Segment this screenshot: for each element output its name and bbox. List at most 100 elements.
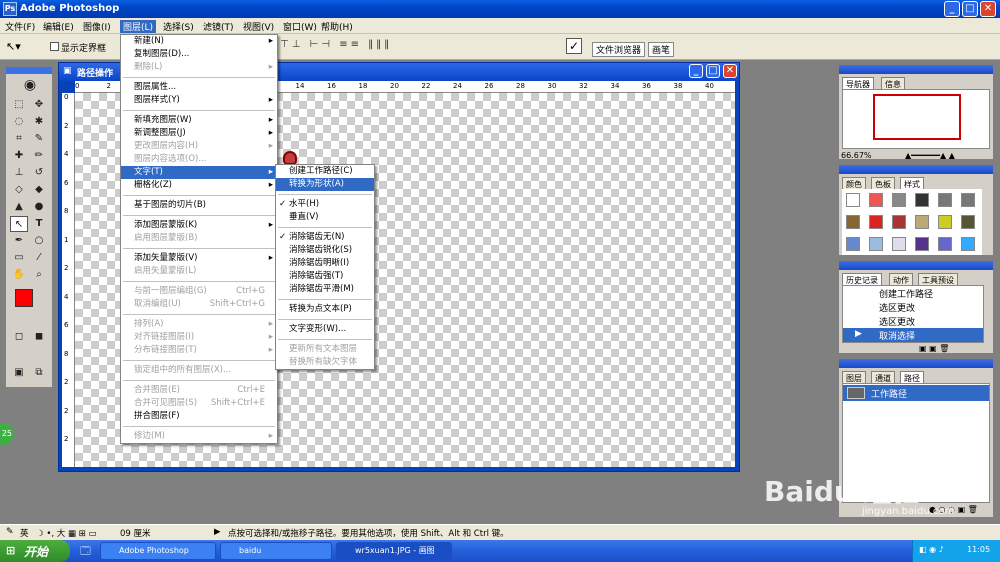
style-swatch[interactable] (938, 215, 952, 229)
style-swatch[interactable] (938, 193, 952, 207)
text_submenu-item[interactable]: 转换为点文本(P) (276, 303, 374, 316)
doc-maximize-button[interactable]: □ (706, 64, 720, 78)
style-swatch[interactable] (915, 193, 929, 207)
maximize-button[interactable]: □ (962, 1, 978, 17)
close-button[interactable]: ✕ (980, 1, 996, 17)
commit-check-icon[interactable]: ✓ (566, 38, 582, 54)
crop-tool-icon[interactable]: ⌗ (10, 131, 28, 147)
menu-image[interactable]: 图像(I) (80, 20, 114, 33)
text_submenu-item[interactable]: 文字变形(W)... (276, 323, 374, 336)
magic-wand-icon[interactable]: ✱ (30, 114, 48, 130)
taskbar-item-photoshop[interactable]: Adobe Photoshop (100, 542, 216, 560)
layer_menu-item[interactable]: 图层属性... (121, 81, 277, 94)
menu-file[interactable]: 文件(F) (2, 20, 38, 33)
style-swatch[interactable] (961, 215, 975, 229)
slice-tool-icon[interactable]: ✎ (30, 131, 48, 147)
clock[interactable]: 11:05 (967, 545, 990, 554)
align-buttons-icon[interactable]: ⊤⊥ ⊢⊣ ≡≡ ‖‖‖ (280, 39, 392, 50)
ime-mode[interactable]: 英 (20, 527, 29, 539)
floating-badge[interactable]: 25 (0, 423, 14, 445)
style-swatch[interactable] (961, 237, 975, 251)
layer_menu-item[interactable]: 新建(N) ▸ (121, 35, 277, 48)
style-swatch[interactable] (846, 193, 860, 207)
menu-view[interactable]: 视图(V) (240, 20, 277, 33)
style-swatch[interactable] (961, 193, 975, 207)
layer_menu-item[interactable]: 新调整图层(J) ▸ (121, 127, 277, 140)
quickmask-mode-icon[interactable]: ◼ (30, 329, 48, 345)
text_submenu-item[interactable]: 消除锯齿平滑(M) (276, 283, 374, 296)
brush-tool-icon[interactable]: ✏ (30, 148, 48, 164)
layer_menu-item[interactable]: 添加矢量蒙版(V) ▸ (121, 252, 277, 265)
style-swatch[interactable] (869, 193, 883, 207)
navigator-zoom[interactable]: 66.67% (841, 151, 872, 160)
text_submenu-item[interactable]: 垂直(V) (276, 211, 374, 224)
doc-close-button[interactable]: ✕ (723, 64, 737, 78)
text_submenu-item[interactable]: 消除锯齿锐化(S) (276, 244, 374, 257)
text_submenu-item[interactable]: 创建工作路径(C) (276, 165, 374, 178)
marquee-tool-icon[interactable]: ⬚ (10, 97, 28, 113)
menu-select[interactable]: 选择(S) (160, 20, 197, 33)
style-swatch[interactable] (869, 215, 883, 229)
eyedropper-tool-icon[interactable]: ⁄ (30, 250, 48, 266)
path-item-selected[interactable]: 工作路径 (843, 385, 989, 401)
blur-tool-icon[interactable]: ▲ (10, 199, 28, 215)
hand-tool-icon[interactable]: ✋ (10, 267, 28, 283)
ime-toolbar-icons[interactable]: ☽ •, 大 ▦ ⊞ ▭ (36, 527, 97, 539)
zoom-tool-icon[interactable]: ⌕ (30, 267, 48, 283)
history-footer-icons[interactable]: ▣ ▣ 🗑 (919, 344, 949, 353)
menu-filter[interactable]: 滤镜(T) (200, 20, 237, 33)
shape-tool-icon[interactable]: ○ (30, 233, 48, 249)
text_submenu-item[interactable]: 转换为形状(A) (276, 178, 374, 191)
layer_menu-item[interactable]: 拼合图层(F) (121, 410, 277, 423)
history-brush-icon[interactable]: ↺ (30, 165, 48, 181)
path-select-tool-icon[interactable]: ↖▾ (6, 40, 21, 53)
style-swatch[interactable] (869, 237, 883, 251)
layer_menu-item[interactable]: 图层样式(Y) ▸ (121, 94, 277, 107)
lasso-tool-icon[interactable]: ◌ (10, 114, 28, 130)
file-browser-tab[interactable]: 文件浏览器 (592, 42, 646, 57)
pen-tool-icon[interactable]: ✒ (10, 233, 28, 249)
path-select-tool-icon-active[interactable]: ↖ (10, 216, 28, 232)
healing-brush-icon[interactable]: ✚ (10, 148, 28, 164)
text_submenu-item[interactable]: ✓ 水平(H) (276, 198, 374, 211)
menu-edit[interactable]: 编辑(E) (40, 20, 77, 33)
screen-mode-icon[interactable]: ▣ (10, 365, 28, 381)
tray-icons[interactable]: ◧ ◉ ♪ (919, 545, 944, 554)
stamp-tool-icon[interactable]: ⊥ (10, 165, 28, 181)
style-swatch[interactable] (892, 193, 906, 207)
taskbar-item-baidu[interactable]: baidu (220, 542, 332, 560)
minimize-button[interactable]: _ (944, 1, 960, 17)
menu-help[interactable]: 帮助(H) (318, 20, 356, 33)
jump-to-imageready-icon[interactable]: ⧉ (30, 365, 48, 381)
menu-layer[interactable]: 图层(L) (120, 20, 157, 33)
layer_menu-item[interactable]: 新填充图层(W) ▸ (121, 114, 277, 127)
eraser-tool-icon[interactable]: ◇ (10, 182, 28, 198)
navigator-view-box[interactable] (873, 94, 961, 140)
layer_menu-item[interactable]: 基于图层的切片(B) (121, 199, 277, 212)
style-swatch[interactable] (892, 237, 906, 251)
history-item[interactable]: 选区更改 (843, 314, 983, 328)
style-swatch[interactable] (892, 215, 906, 229)
text_submenu-item[interactable]: 消除锯齿明晰(I) (276, 257, 374, 270)
text_submenu-item[interactable]: 消除锯齿强(T) (276, 270, 374, 283)
history-item-selected[interactable]: ▶ 取消选择 (843, 328, 983, 342)
brushes-tab[interactable]: 画笔 (648, 42, 675, 57)
paint-bucket-icon[interactable]: ◆ (30, 182, 48, 198)
style-swatch[interactable] (915, 215, 929, 229)
ime-icon[interactable]: ✎ (6, 527, 14, 537)
dodge-tool-icon[interactable]: ● (30, 199, 48, 215)
taskbar-item-paint[interactable]: wr5xuan1.JPG - 画图 (336, 542, 452, 560)
start-button[interactable]: ⊞ 开始 (0, 540, 70, 562)
style-swatch[interactable] (846, 215, 860, 229)
navigator-preview[interactable] (842, 89, 990, 149)
text_submenu-item[interactable]: ✓ 消除锯齿无(N) (276, 231, 374, 244)
style-swatch[interactable] (846, 237, 860, 251)
history-item[interactable]: 选区更改 (843, 300, 983, 314)
style-swatch[interactable] (915, 237, 929, 251)
foreground-color-swatch[interactable] (15, 289, 33, 307)
layer_menu-item[interactable]: 栅格化(Z) ▸ (121, 179, 277, 192)
history-item[interactable]: 创建工作路径 (843, 286, 983, 300)
layer_menu-item[interactable]: 复制图层(D)... (121, 48, 277, 61)
menu-window[interactable]: 窗口(W) (280, 20, 320, 33)
layer_menu-item[interactable]: 添加图层蒙版(K) ▸ (121, 219, 277, 232)
